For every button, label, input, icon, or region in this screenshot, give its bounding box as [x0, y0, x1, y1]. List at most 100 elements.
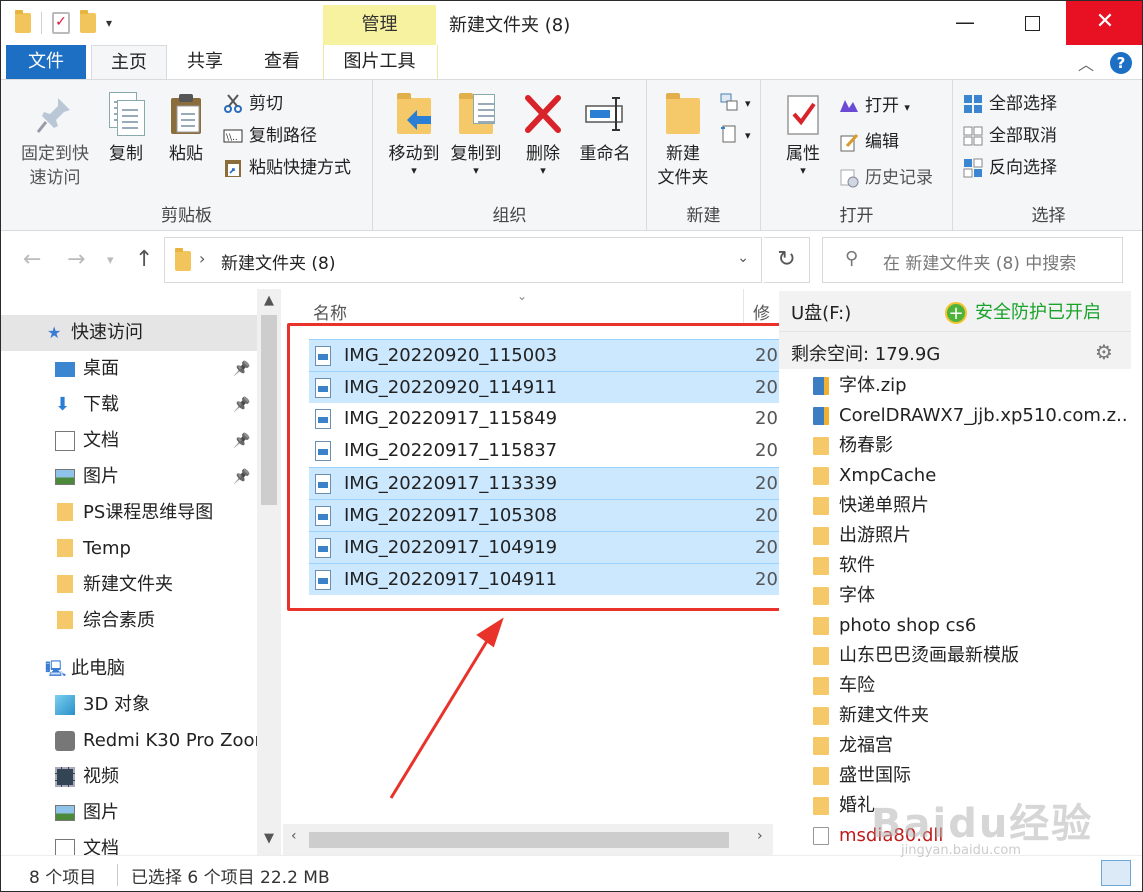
usb-list-item[interactable]: 盛世国际: [809, 761, 1129, 791]
folder-icon: [813, 617, 829, 635]
nav-item[interactable]: Temp: [1, 531, 257, 567]
nav-scrollbar[interactable]: ▲ ▼: [257, 289, 281, 855]
nav-item[interactable]: ⬇ 下载 📌: [1, 387, 257, 423]
videos-icon: [55, 767, 75, 787]
tab-share[interactable]: 共享: [171, 45, 239, 79]
cut-button[interactable]: 剪切: [223, 90, 283, 118]
navigation-pane: ★ 快速访问 桌面 📌 ⬇ 下载 📌 文档 📌 图片 📌 PS课程思维导图 Temp 新建文件夹 综合素…: [1, 289, 281, 859]
usb-item-label: 字体.zip: [839, 375, 907, 396]
nav-item[interactable]: 视频: [1, 759, 257, 795]
usb-list-item[interactable]: 杨春影: [809, 431, 1129, 461]
scroll-down-icon[interactable]: ▼: [257, 831, 281, 846]
usb-list-item[interactable]: 龙福宫: [809, 731, 1129, 761]
watermark-url: jingyan.baidu.com: [901, 843, 1021, 858]
nav-item-label: 综合素质: [83, 610, 155, 631]
rename-button[interactable]: 重命名: [573, 92, 637, 166]
tab-picture-tools[interactable]: 图片工具: [323, 45, 438, 79]
new-folder-button[interactable]: 新建 文件夹: [651, 92, 715, 190]
tab-file[interactable]: 文件: [6, 45, 86, 79]
properties-button[interactable]: 属性 ▾: [777, 92, 829, 176]
usb-list-item[interactable]: XmpCache: [809, 461, 1129, 491]
breadcrumb-chevron-icon[interactable]: ›: [199, 249, 205, 268]
usb-list-item[interactable]: 快递单照片: [809, 491, 1129, 521]
pin-icon[interactable]: 📌: [233, 387, 250, 423]
maximize-button[interactable]: [999, 1, 1065, 45]
usb-list-item[interactable]: 新建文件夹: [809, 701, 1129, 731]
customize-dropdown-icon[interactable]: ▾: [106, 16, 112, 30]
nav-quick-access[interactable]: ★ 快速访问: [1, 315, 257, 351]
nav-item[interactable]: 文档 📌: [1, 423, 257, 459]
new-folder-icon[interactable]: [80, 10, 96, 33]
close-button[interactable]: ✕: [1066, 1, 1142, 45]
easy-access-button[interactable]: ▾: [719, 120, 751, 148]
move-to-button[interactable]: 移动到 ▾: [379, 92, 449, 176]
recent-locations-icon[interactable]: ▾: [107, 253, 114, 268]
new-item-button[interactable]: ▾: [719, 88, 751, 116]
usb-list-item[interactable]: 出游照片: [809, 521, 1129, 551]
select-none-button[interactable]: 全部取消: [963, 122, 1057, 150]
scroll-left-icon[interactable]: ‹: [291, 828, 297, 844]
properties-icon[interactable]: ✓: [52, 12, 70, 34]
tab-view[interactable]: 查看: [247, 45, 317, 79]
nav-item[interactable]: 综合素质: [1, 603, 257, 639]
paste-shortcut-button[interactable]: 粘贴快捷方式: [223, 154, 351, 182]
usb-list-item[interactable]: photo shop cs6: [809, 611, 1129, 641]
item-count: 8 个项目: [29, 868, 97, 888]
search-input[interactable]: ⚲ 在 新建文件夹 (8) 中搜索: [822, 237, 1123, 283]
delete-button[interactable]: 删除 ▾: [519, 92, 567, 176]
usb-list-item[interactable]: 车险: [809, 671, 1129, 701]
help-icon[interactable]: ?: [1110, 52, 1132, 74]
nav-item[interactable]: 3D 对象: [1, 687, 257, 723]
copy-path-button[interactable]: \\.. 复制路径: [223, 122, 317, 150]
usb-list-item[interactable]: 软件: [809, 551, 1129, 581]
pin-icon[interactable]: 📌: [233, 459, 250, 495]
column-header-modified[interactable]: 修: [753, 299, 770, 324]
up-arrow-icon[interactable]: ↑: [135, 247, 153, 272]
address-dropdown-icon[interactable]: ⌄: [737, 250, 749, 266]
usb-list-item[interactable]: 字体.zip: [809, 371, 1129, 401]
nav-item-label: 桌面: [83, 358, 119, 379]
nav-item[interactable]: PS课程思维导图: [1, 495, 257, 531]
zip-archive-icon: [813, 407, 829, 425]
horizontal-scrollbar[interactable]: ‹ ›: [283, 824, 773, 856]
pin-quick-access-button[interactable]: 固定到快 速访问: [15, 92, 95, 190]
gear-icon[interactable]: ⚙: [1095, 340, 1113, 364]
horizontal-scroll-thumb[interactable]: [309, 832, 729, 848]
scroll-thumb[interactable]: [261, 315, 277, 505]
select-all-button[interactable]: 全部选择: [963, 90, 1057, 118]
pin-icon[interactable]: 📌: [233, 351, 250, 387]
open-button[interactable]: 打开 ▾: [839, 92, 910, 120]
column-divider[interactable]: [743, 289, 744, 323]
usb-list-item[interactable]: 山东巴巴烫画最新模版: [809, 641, 1129, 671]
nav-item[interactable]: 图片: [1, 795, 257, 831]
minimize-button[interactable]: —: [932, 1, 998, 45]
copy-button[interactable]: 复制: [101, 92, 151, 166]
paste-button[interactable]: 粘贴: [161, 92, 211, 166]
edit-button[interactable]: 编辑: [839, 128, 899, 156]
pin-icon[interactable]: 📌: [233, 423, 250, 459]
nav-this-pc[interactable]: 🖳 此电脑: [1, 651, 257, 687]
back-arrow-icon[interactable]: ←: [23, 247, 41, 272]
scroll-up-icon[interactable]: ▲: [257, 293, 281, 308]
collapse-ribbon-icon[interactable]: ︿: [1078, 51, 1094, 75]
copy-to-button[interactable]: 复制到 ▾: [441, 92, 511, 176]
history-button[interactable]: 历史记录: [839, 164, 933, 192]
scroll-right-icon[interactable]: ›: [757, 828, 763, 844]
refresh-button[interactable]: ↻: [764, 237, 810, 283]
usb-list-item[interactable]: 字体: [809, 581, 1129, 611]
breadcrumb[interactable]: 新建文件夹 (8): [221, 249, 335, 274]
nav-item[interactable]: 图片 📌: [1, 459, 257, 495]
usb-item-label: 新建文件夹: [839, 705, 929, 726]
address-bar[interactable]: › 新建文件夹 (8) ⌄: [164, 237, 762, 283]
nav-item[interactable]: Redmi K30 Pro Zoor: [1, 723, 257, 759]
column-header-name[interactable]: 名称: [313, 299, 347, 324]
clipboard-group: 固定到快 速访问 复制 粘贴 剪切 \\.. 复制路径 粘贴快捷方式 剪贴板: [1, 80, 373, 230]
usb-list-item[interactable]: CorelDRAWX7_jjb.xp510.com.z...: [809, 401, 1129, 431]
nav-item[interactable]: 桌面 📌: [1, 351, 257, 387]
safety-status: + 安全防护已开启: [945, 298, 1101, 324]
details-view-icon[interactable]: [1101, 860, 1131, 886]
nav-item[interactable]: 新建文件夹: [1, 567, 257, 603]
invert-selection-button[interactable]: 反向选择: [963, 154, 1057, 182]
forward-arrow-icon[interactable]: →: [67, 247, 85, 272]
tab-home[interactable]: 主页: [91, 45, 167, 80]
